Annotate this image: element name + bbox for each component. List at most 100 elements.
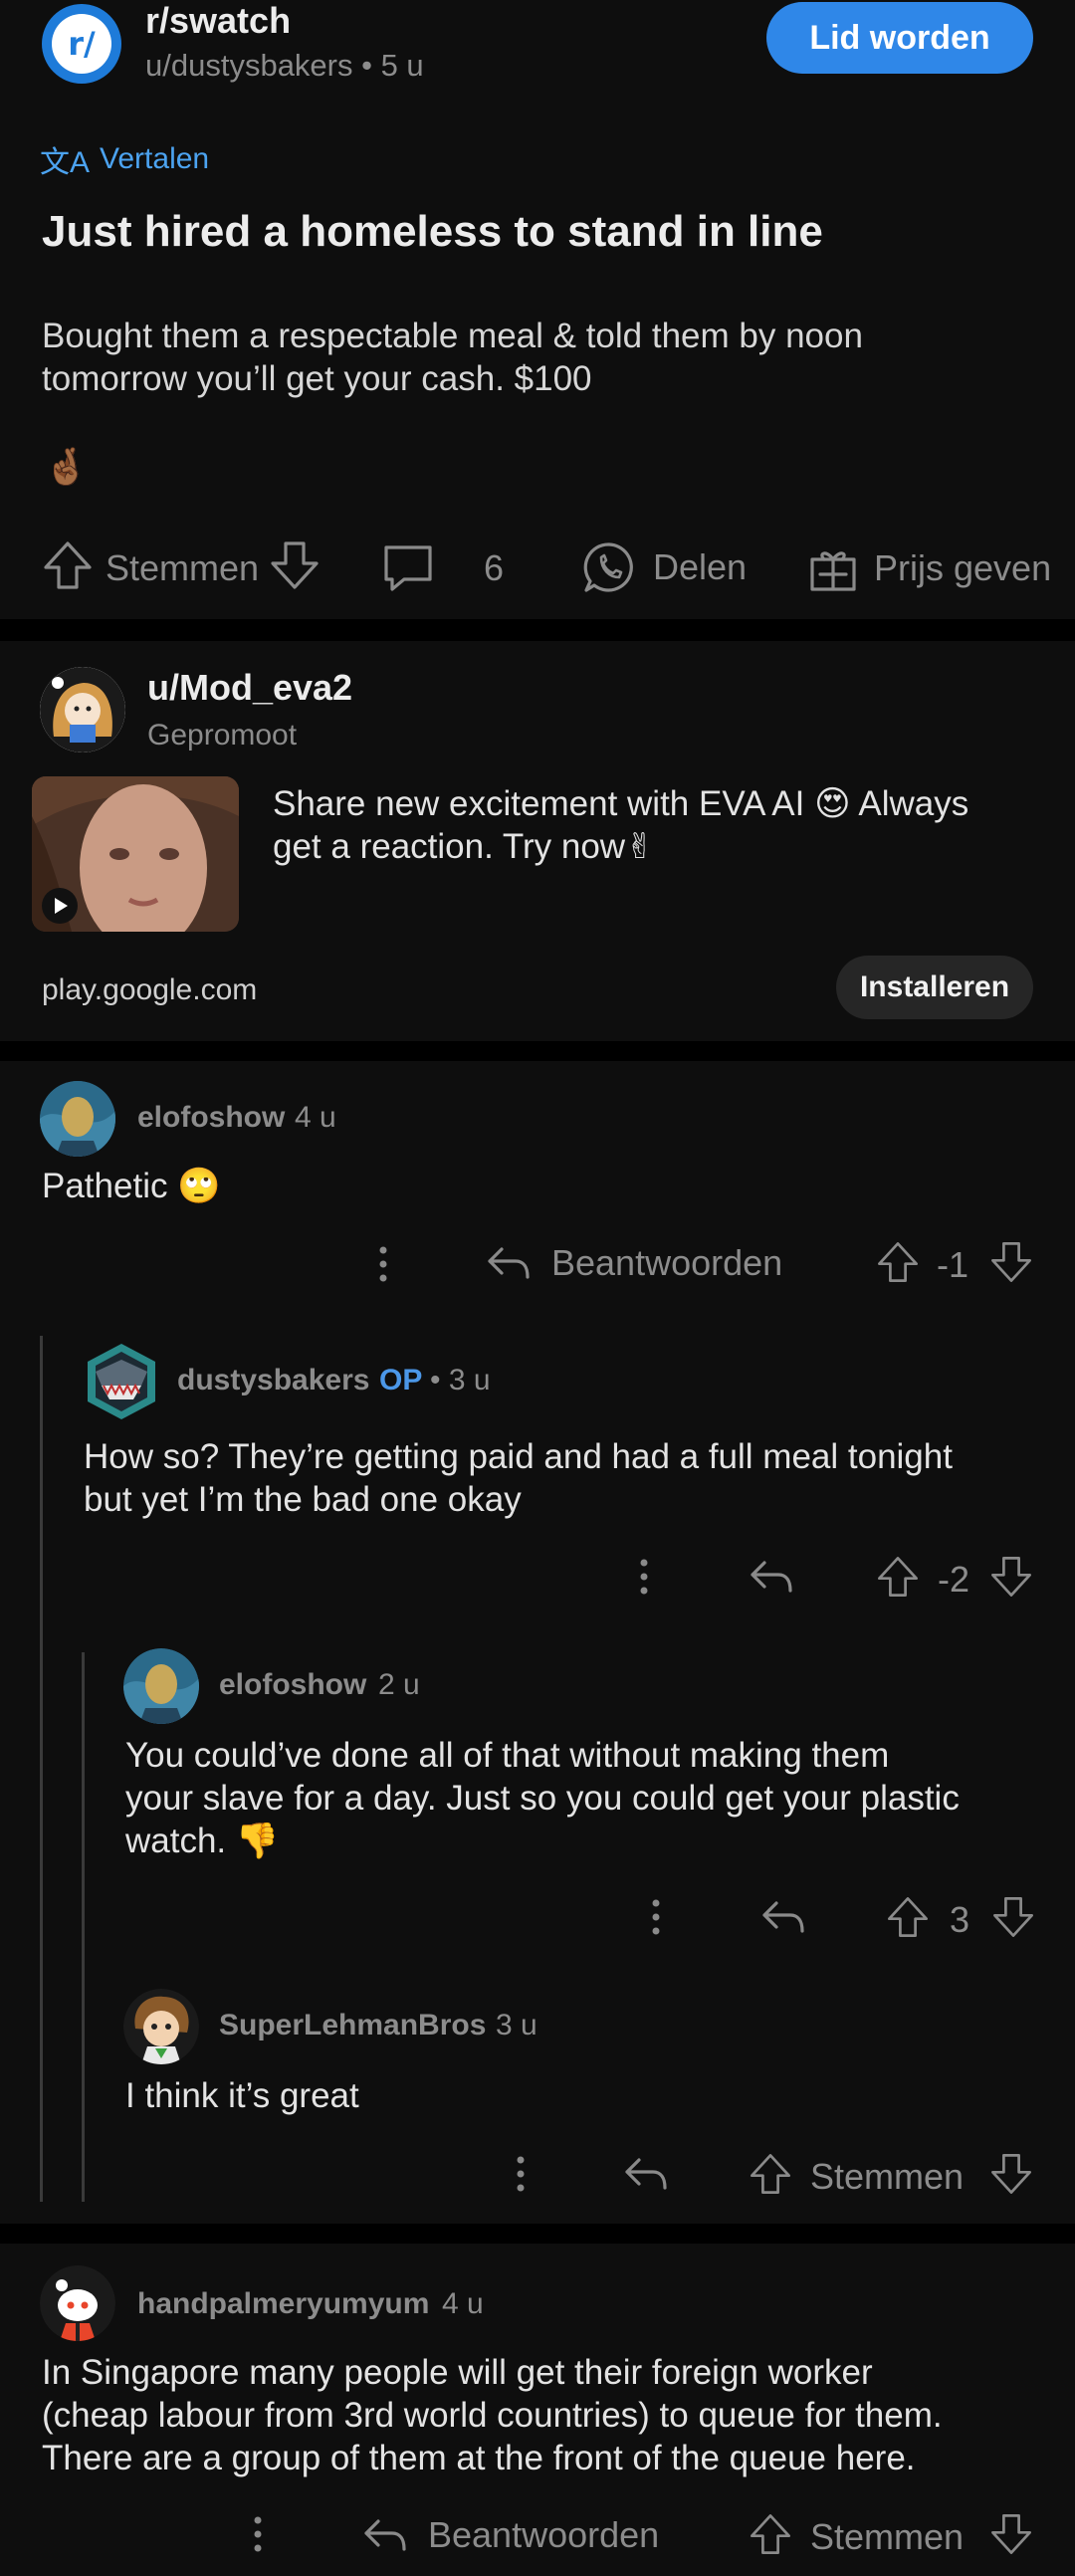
painting-avatar-image — [40, 1081, 115, 1157]
reply-button[interactable] — [623, 2154, 669, 2199]
ad-thumbnail[interactable] — [32, 776, 239, 932]
comment-username[interactable]: elofoshow — [219, 1668, 366, 1702]
translate-link[interactable]: 文A Vertalen — [40, 137, 209, 181]
commenter-avatar[interactable] — [123, 1648, 199, 1724]
comment-upvote-button[interactable] — [886, 1895, 930, 1944]
more-options-button[interactable] — [641, 1895, 671, 1944]
upvote-arrow-icon — [751, 2514, 790, 2554]
ad-text-line: get a reaction. Try now✌ — [273, 827, 655, 866]
post-body: Bought them a respectable meal & told th… — [42, 315, 863, 400]
comment-score: 3 — [949, 1899, 970, 1940]
subreddit-avatar[interactable]: r/ — [42, 4, 121, 84]
reply-arrow-icon — [625, 2158, 667, 2190]
award-label: Prijs geven — [874, 547, 1052, 588]
comment-bubble-icon — [384, 545, 432, 591]
snoo-avatar-image — [40, 2265, 115, 2341]
comment-username[interactable]: SuperLehmanBros — [219, 2009, 486, 2042]
comment-upvote-button[interactable] — [749, 2152, 792, 2201]
upvote-button[interactable] — [42, 539, 94, 596]
comments-button[interactable] — [382, 543, 434, 598]
comment-upvote-button[interactable] — [876, 1555, 920, 1604]
thread-line[interactable] — [82, 1652, 85, 2202]
play-triangle-icon — [55, 898, 68, 914]
comment-time: 4 u — [295, 1101, 336, 1134]
comment-body-line: (cheap labour from 3rd world countries) … — [42, 2396, 943, 2435]
reply-button[interactable] — [760, 1897, 806, 1942]
post-author-time[interactable]: u/dustysbakers • 5 u — [145, 48, 424, 84]
subreddit-name[interactable]: r/swatch — [145, 0, 291, 42]
downvote-arrow-icon — [993, 1897, 1033, 1937]
install-button[interactable]: Installeren — [836, 956, 1033, 1019]
more-options-button[interactable] — [506, 2152, 536, 2201]
commenter-avatar[interactable] — [40, 1081, 115, 1157]
comment-username[interactable]: dustysbakers — [177, 1364, 369, 1397]
comment-username[interactable]: elofoshow — [137, 1101, 285, 1135]
more-options-button[interactable] — [629, 1555, 659, 1604]
translate-label: Vertalen — [100, 142, 210, 175]
join-button[interactable]: Lid worden — [766, 2, 1033, 74]
comment-downvote-button[interactable] — [989, 1240, 1033, 1289]
thread-line[interactable] — [40, 1336, 43, 2202]
section-divider — [0, 1041, 1075, 1061]
comment-vote-label: Stemmen — [810, 2156, 965, 2197]
downvote-arrow-icon — [991, 1242, 1031, 1282]
comment-downvote-button[interactable] — [989, 2512, 1033, 2561]
post-title[interactable]: Just hired a homeless to stand in line — [42, 207, 823, 257]
award-button[interactable]: Prijs geven — [808, 543, 1051, 593]
commenter-avatar[interactable] — [40, 2265, 115, 2341]
play-icon[interactable] — [42, 888, 78, 924]
share-button[interactable]: Delen — [581, 539, 747, 595]
op-badge: OP — [379, 1364, 423, 1396]
ad-avatar[interactable] — [40, 667, 125, 752]
section-divider — [0, 619, 1075, 641]
upvote-arrow-icon — [878, 1557, 918, 1597]
comment-username[interactable]: handpalmeryumyum — [137, 2287, 429, 2321]
comment-body-line: How so? They’re getting paid and had a f… — [84, 1437, 953, 1476]
comment-score: -2 — [937, 1559, 969, 1600]
comment-downvote-button[interactable] — [989, 2152, 1033, 2201]
comment-downvote-button[interactable] — [989, 1555, 1033, 1604]
comment-body-line: your slave for a day. Just so you could … — [125, 1779, 960, 1818]
comment-body-line: In Singapore many people will get their … — [42, 2353, 873, 2392]
ad-username[interactable]: u/Mod_eva2 — [147, 667, 352, 709]
reply-button[interactable] — [749, 1557, 794, 1602]
downvote-arrow-icon — [991, 1557, 1031, 1597]
share-label: Delen — [653, 546, 748, 587]
comment-time: 3 u — [496, 2009, 538, 2041]
whatsapp-icon — [583, 542, 633, 592]
ad-text[interactable]: Share new excitement with EVA AI 😍 Alway… — [273, 782, 968, 868]
ad-domain[interactable]: play.google.com — [42, 973, 257, 1007]
downvote-arrow-icon — [271, 541, 319, 589]
comment-score: -1 — [936, 1244, 968, 1285]
cartoon-avatar-image — [123, 1989, 199, 2064]
commenter-avatar[interactable] — [82, 1342, 161, 1421]
more-dots-icon — [640, 1559, 648, 1595]
comment-downvote-button[interactable] — [991, 1895, 1035, 1944]
comment-upvote-button[interactable] — [876, 1240, 920, 1289]
comment-vote-label: Stemmen — [810, 2516, 965, 2557]
more-options-button[interactable] — [243, 2512, 273, 2561]
reply-button[interactable]: Beantwoorden — [486, 1242, 782, 1284]
comment-body-line: Pathetic 🙄 — [42, 1167, 221, 1205]
reply-arrow-icon — [364, 2519, 406, 2551]
comment-body-line: I think it’s great — [125, 2076, 359, 2115]
commenter-avatar[interactable] — [123, 1989, 199, 2064]
shark-avatar-image — [88, 1344, 155, 1419]
comment-upvote-button[interactable] — [749, 2512, 792, 2561]
reply-arrow-icon — [488, 1247, 530, 1279]
reply-button[interactable]: Beantwoorden — [362, 2514, 659, 2556]
more-dots-icon — [379, 1246, 387, 1282]
ad-text-line: Share new excitement with EVA AI 😍 Alway… — [273, 784, 969, 823]
downvote-arrow-icon — [991, 2154, 1031, 2194]
reply-arrow-icon — [751, 1561, 792, 1593]
more-options-button[interactable] — [368, 1242, 398, 1291]
section-divider — [0, 2224, 1075, 2244]
downvote-button[interactable] — [269, 539, 321, 596]
comment-body: You could’ve done all of that without ma… — [125, 1734, 960, 1862]
vote-label: Stemmen — [106, 547, 260, 588]
reply-label: Beantwoorden — [551, 1242, 783, 1283]
post-body-line: Bought them a respectable meal & told th… — [42, 317, 863, 355]
upvote-arrow-icon — [888, 1897, 928, 1937]
reply-label: Beantwoorden — [428, 2514, 660, 2555]
upvote-arrow-icon — [44, 541, 92, 589]
